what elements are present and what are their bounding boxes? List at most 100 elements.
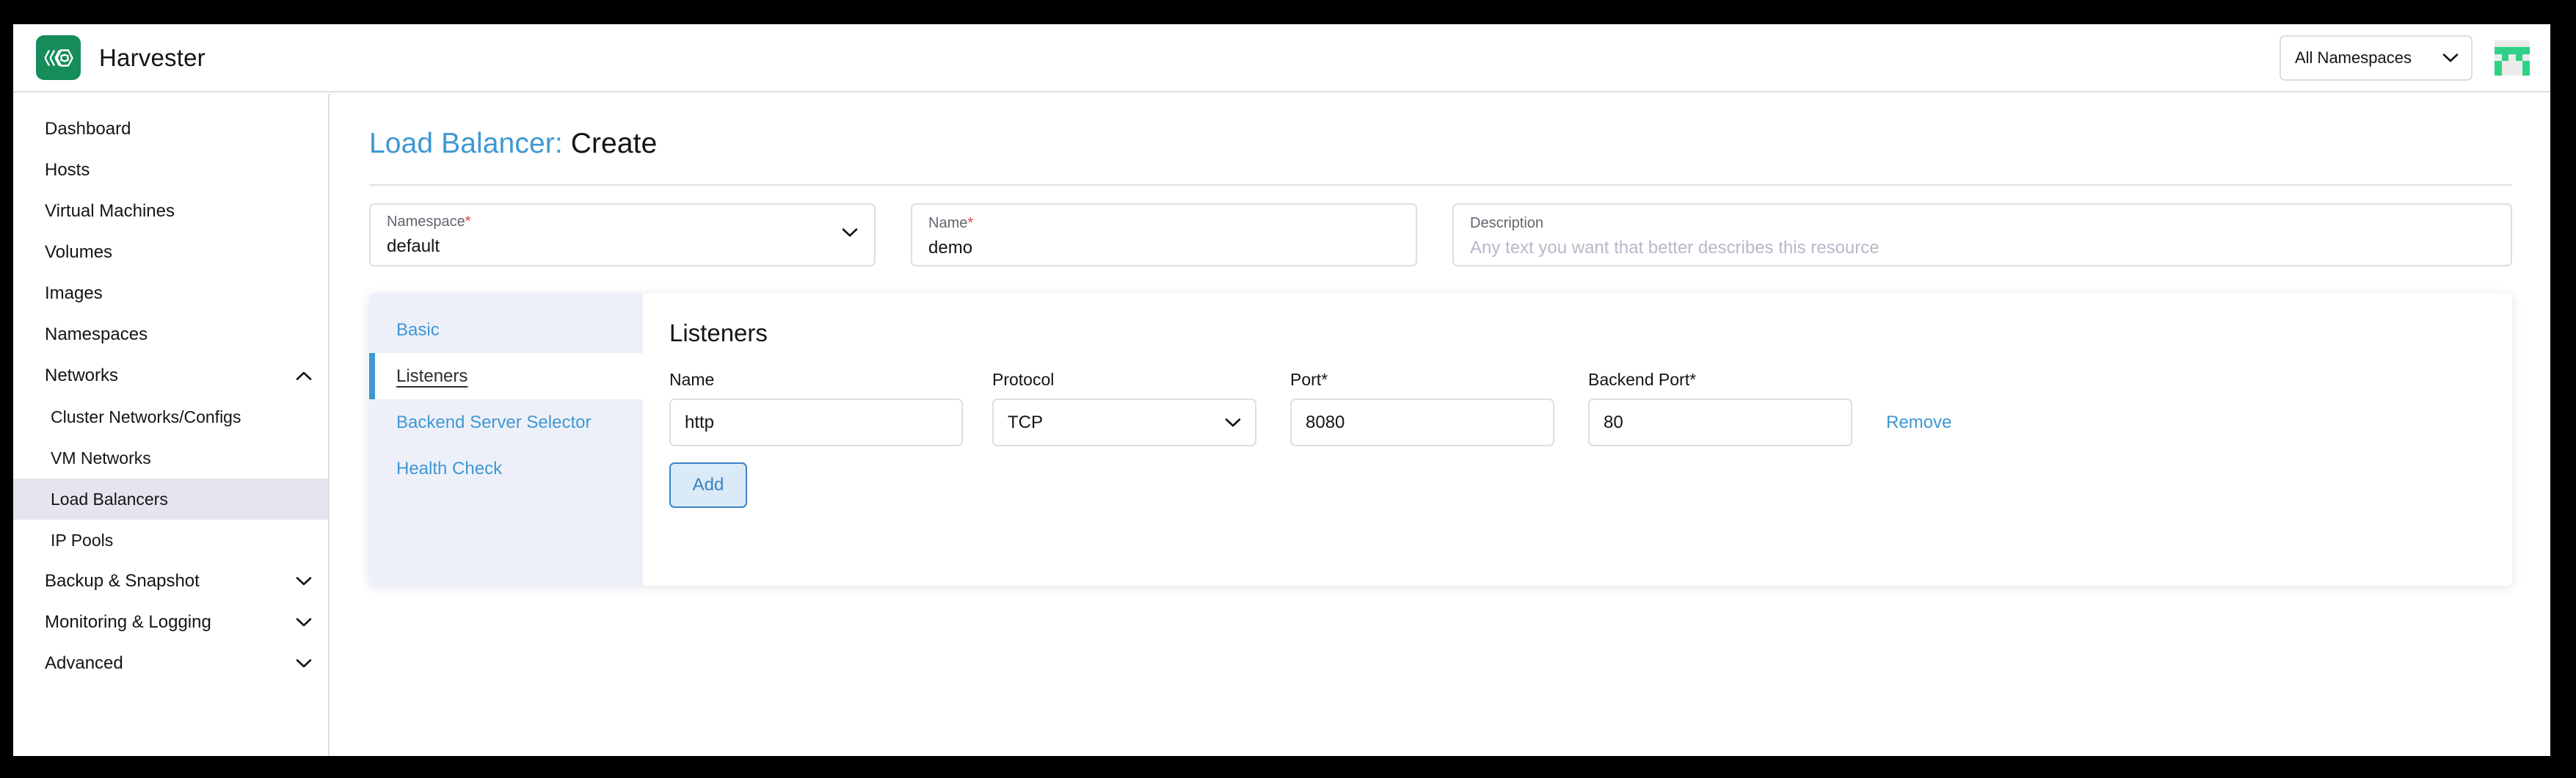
sidebar-item-label: Images (45, 283, 312, 304)
chevron-down-icon (1225, 412, 1241, 433)
sidebar-item-label: Cluster Networks/Configs (51, 407, 312, 427)
namespace-select-inner: Namespace* default (387, 214, 842, 255)
sidebar-item-cluster-networks-configs[interactable]: Cluster Networks/Configs (13, 396, 328, 437)
title-divider (369, 184, 2512, 186)
listener-actions-cell: Remove (1886, 412, 2004, 433)
listeners-panel-title: Listeners (669, 319, 2512, 347)
namespace-filter-select[interactable]: All Namespaces (2280, 35, 2473, 81)
sidebar-item-label: Advanced (45, 653, 296, 674)
page-title-action: Create (571, 128, 658, 159)
chevron-down-icon (296, 576, 312, 586)
sidebar-item-label: Hosts (45, 160, 312, 181)
listeners-column-headers: Name Protocol Port* Backend Port* (669, 370, 2512, 390)
sidebar-item-label: Namespaces (45, 324, 312, 345)
description-input-placeholder[interactable]: Any text you want that better describes … (1470, 239, 2495, 257)
name-input-value[interactable]: demo (928, 239, 1400, 257)
namespace-label: Namespace* (387, 214, 842, 229)
sidebar-item-monitoring-logging[interactable]: Monitoring & Logging (13, 602, 328, 643)
column-header-protocol-text: Protocol (992, 370, 1054, 389)
sidebar-item-label: IP Pools (51, 531, 312, 550)
sidebar-item-label: VM Networks (51, 448, 312, 468)
sidebar-item-images[interactable]: Images (13, 273, 328, 314)
namespace-filter-value: All Namespaces (2295, 48, 2442, 68)
listener-backend-port-value: 80 (1604, 412, 1837, 433)
chevron-down-icon (2442, 48, 2459, 68)
required-marker: * (967, 215, 973, 231)
column-header-name: Name (669, 370, 963, 390)
main-content: Load Balancer: Create Namespace* default… (331, 94, 2550, 756)
required-marker: * (1321, 370, 1328, 389)
sidebar-item-vm-networks[interactable]: VM Networks (13, 437, 328, 479)
listener-name-cell: http (669, 399, 963, 446)
sidebar-item-label: Load Balancers (51, 490, 312, 509)
column-header-backend-port-text: Backend Port (1588, 370, 1689, 389)
top-header-bar: Harvester All Namespaces (13, 24, 2550, 92)
sidebar-item-label: Dashboard (45, 119, 312, 139)
app-viewport: Harvester All Namespaces Dashboard Hosts V… (13, 24, 2550, 756)
namespace-label-text: Namespace (387, 214, 465, 230)
description-field[interactable]: Description Any text you want that bette… (1452, 203, 2512, 266)
chevron-up-icon (296, 371, 312, 381)
sidebar-item-label: Monitoring & Logging (45, 612, 296, 633)
sidebar-item-label: Networks (45, 366, 296, 386)
user-avatar-identicon[interactable] (2495, 40, 2530, 76)
brand-name: Harvester (99, 44, 205, 72)
column-header-protocol: Protocol (992, 370, 1256, 390)
tab-health-check[interactable]: Health Check (369, 446, 643, 492)
column-header-port: Port* (1290, 370, 1554, 390)
tab-backend-server-selector[interactable]: Backend Server Selector (369, 399, 643, 446)
add-listener-button[interactable]: Add (669, 462, 747, 508)
sidebar-item-advanced[interactable]: Advanced (13, 643, 328, 684)
page-title-resource: Load Balancer: (369, 128, 563, 159)
description-label: Description (1470, 216, 2495, 230)
header-right-actions: All Namespaces (2280, 24, 2550, 91)
config-card: BasicListenersBackend Server SelectorHea… (369, 294, 2512, 586)
listener-port-cell: 8080 (1290, 399, 1554, 446)
column-header-name-text: Name (669, 370, 714, 389)
namespace-select[interactable]: Namespace* default (369, 203, 876, 266)
sidebar-item-load-balancers[interactable]: Load Balancers (13, 479, 328, 520)
listener-protocol-select[interactable]: TCP (992, 399, 1256, 446)
name-field[interactable]: Name* demo (911, 203, 1417, 266)
sidebar-nav: Dashboard Hosts Virtual Machines Volumes Ima… (13, 94, 330, 756)
required-marker: * (1689, 370, 1696, 389)
column-header-port-text: Port (1290, 370, 1321, 389)
tab-listeners[interactable]: Listeners (369, 353, 643, 399)
description-label-text: Description (1470, 215, 1543, 231)
name-label-text: Name (928, 215, 967, 231)
page-title: Load Balancer: Create (369, 128, 2550, 160)
listener-protocol-value: TCP (1008, 412, 1225, 433)
sidebar-item-backup-snapshot[interactable]: Backup & Snapshot (13, 561, 328, 602)
sidebar-item-hosts[interactable]: Hosts (13, 150, 328, 191)
listener-port-value: 8080 (1306, 412, 1539, 433)
listener-backend-port-input[interactable]: 80 (1588, 399, 1852, 446)
card-tab-list: BasicListenersBackend Server SelectorHea… (369, 294, 643, 586)
sidebar-item-volumes[interactable]: Volumes (13, 232, 328, 273)
sidebar-item-dashboard[interactable]: Dashboard (13, 109, 328, 150)
listener-name-input[interactable]: http (669, 399, 963, 446)
listener-port-input[interactable]: 8080 (1290, 399, 1554, 446)
required-marker: * (465, 214, 471, 230)
harvester-logo-icon (36, 35, 81, 80)
chevron-down-icon (296, 617, 312, 628)
sidebar-item-ip-pools[interactable]: IP Pools (13, 520, 328, 561)
column-header-backend-port: Backend Port* (1588, 370, 1852, 390)
name-label: Name* (928, 216, 1400, 230)
listener-row: http TCP 8080 (669, 399, 2512, 446)
sidebar-item-networks[interactable]: Networks (13, 355, 328, 396)
listener-backend-port-cell: 80 (1588, 399, 1852, 446)
sidebar-item-label: Virtual Machines (45, 201, 312, 222)
listeners-tab-panel: Listeners Name Protocol Port* Backend Po… (643, 294, 2512, 586)
listener-name-value: http (685, 412, 947, 433)
sidebar-item-namespaces[interactable]: Namespaces (13, 314, 328, 355)
top-form-row: Namespace* default Name* demo Descriptio… (369, 203, 2512, 266)
tab-basic[interactable]: Basic (369, 307, 643, 353)
namespace-value: default (387, 238, 842, 255)
chevron-down-icon (296, 658, 312, 669)
chevron-down-icon (842, 228, 858, 241)
brand-area: Harvester (13, 35, 205, 80)
remove-listener-link[interactable]: Remove (1886, 412, 1951, 432)
sidebar-item-label: Volumes (45, 242, 312, 263)
sidebar-item-virtual-machines[interactable]: Virtual Machines (13, 191, 328, 232)
listener-protocol-cell: TCP (992, 399, 1256, 446)
